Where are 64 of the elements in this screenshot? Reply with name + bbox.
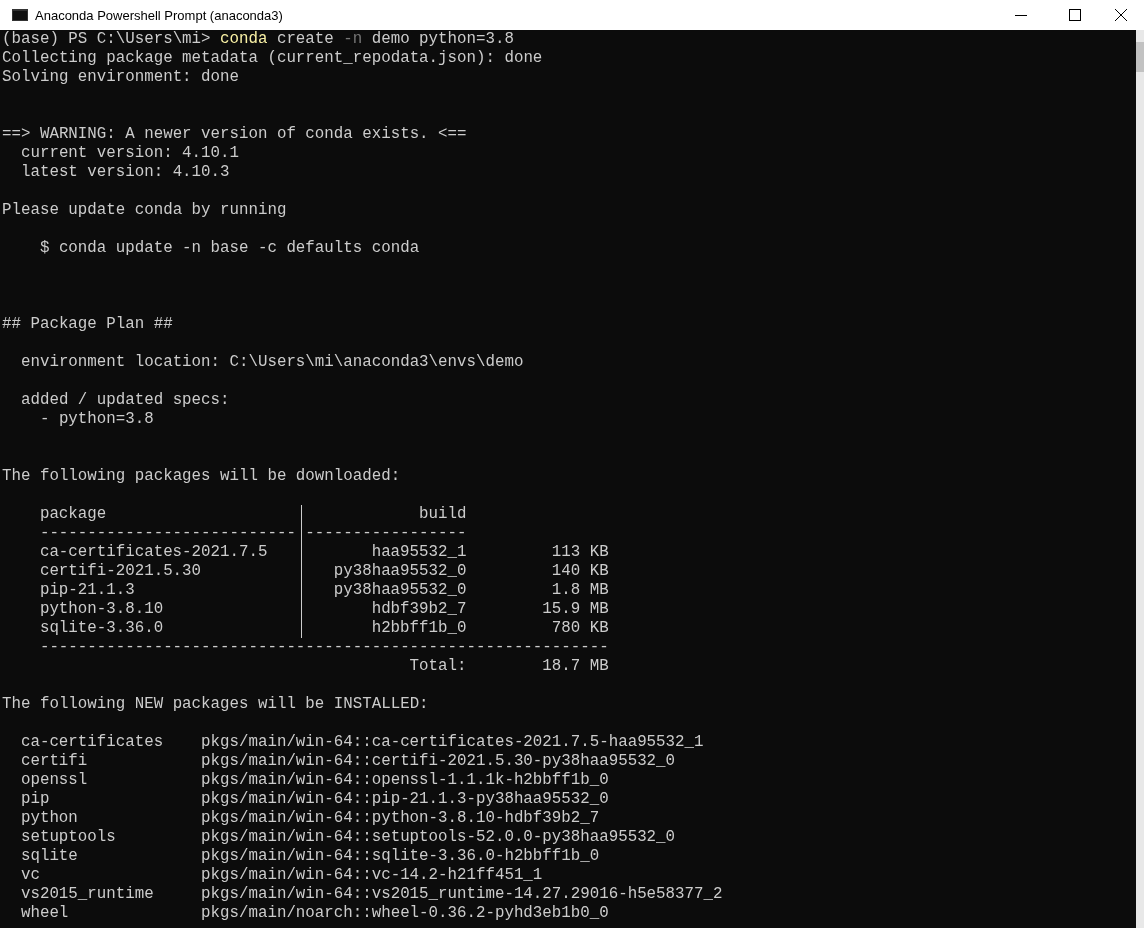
dashed-rule: ----------------- — [305, 524, 467, 542]
package-name: setuptools — [20, 828, 116, 846]
table-cell: h2bbff1b_0 — [371, 619, 467, 637]
column-header: package — [39, 505, 107, 523]
table-cell: hdbf39b2_7 — [371, 600, 467, 618]
command-text: demo python=3.8 — [371, 30, 514, 49]
output-line: The following NEW packages will be INSTALLED: — [2, 695, 429, 714]
package-name: vc — [20, 866, 40, 884]
output-line: current version: 4.10.1 — [19, 144, 239, 163]
dashed-rule: ------------------------------------------------------------ — [39, 638, 609, 657]
command-text: create — [276, 30, 334, 49]
table-cell: 113 KB — [551, 543, 609, 561]
table-cell: sqlite-3.36.0 — [39, 619, 164, 637]
table-cell: haa95532_1 — [371, 543, 467, 561]
maximize-icon — [1069, 9, 1081, 21]
package-name: vs2015_runtime — [20, 885, 154, 903]
package-spec: pkgs/main/win-64::openssl-1.1.1k-h2bbff1b_0 — [201, 771, 609, 790]
output-line: ## Package Plan ## — [2, 315, 173, 334]
output-line: Please update conda by running — [2, 201, 287, 220]
table-cell: ca-certificates-2021.7.5 — [39, 543, 268, 561]
table-cell: 15.9 MB — [542, 600, 609, 618]
table-cell: python-3.8.10 — [39, 600, 164, 618]
window-title: Anaconda Powershell Prompt (anaconda3) — [35, 7, 284, 23]
output-line: environment location: C:\Users\mi\anaconda3\envs\demo — [19, 353, 524, 372]
package-spec: pkgs/main/win-64::vc-14.2-h21ff451_1 — [201, 866, 543, 885]
close-icon — [1115, 9, 1127, 21]
package-name: certifi — [20, 752, 88, 770]
package-name: openssl — [20, 771, 88, 789]
command-text: -n — [343, 30, 363, 49]
prompt-text: (base) PS C:\Users\mi> — [2, 30, 211, 49]
package-spec: pkgs/main/win-64::pip-21.1.3-py38haa95532_0 — [201, 790, 609, 809]
output-line: ==> WARNING: A newer version of conda exists. <== — [2, 125, 467, 144]
table-cell: certifi-2021.5.30 — [39, 562, 202, 580]
output-line: latest version: 4.10.3 — [19, 163, 230, 182]
total-label: Total: — [409, 657, 467, 675]
terminal-icon — [12, 9, 28, 21]
output-line: Collecting package metadata (current_repodata.json): done — [2, 49, 543, 68]
table-cell: 1.8 MB — [551, 581, 609, 599]
package-spec: pkgs/main/win-64::sqlite-3.36.0-h2bbff1b_0 — [201, 847, 600, 866]
package-name: ca-certificates — [20, 733, 164, 751]
package-spec: pkgs/main/win-64::ca-certificates-2021.7.5-haa95532_1 — [201, 733, 704, 752]
total-size: 18.7 MB — [542, 657, 609, 675]
dashed-rule: --------------------------- — [39, 524, 296, 542]
package-spec: pkgs/main/win-64::certifi-2021.5.30-py38haa95532_0 — [201, 752, 676, 771]
output-line: added / updated specs: — [19, 391, 230, 410]
package-spec: pkgs/main/noarch::wheel-0.36.2-pyhd3eb1b0_0 — [201, 904, 609, 923]
column-header: build — [419, 505, 467, 523]
command-text: conda — [220, 30, 268, 49]
package-name: pip — [20, 790, 50, 808]
table-cell: py38haa95532_0 — [333, 562, 467, 580]
table-cell: py38haa95532_0 — [333, 581, 467, 599]
output-line: - python=3.8 — [38, 410, 154, 429]
package-spec: pkgs/main/win-64::python-3.8.10-hdbf39b2_7 — [201, 809, 600, 828]
table-cell: 140 KB — [551, 562, 609, 580]
output-line: The following packages will be downloaded: — [2, 467, 401, 486]
output-line: Solving environment: done — [2, 68, 239, 87]
package-spec: pkgs/main/win-64::vs2015_runtime-14.27.29016-h5e58377_2 — [201, 885, 723, 904]
output-line: $ conda update -n base -c defaults conda — [38, 239, 420, 258]
package-spec: pkgs/main/win-64::setuptools-52.0.0-py38haa95532_0 — [201, 828, 676, 847]
table-cell: 780 KB — [551, 619, 609, 637]
package-name: python — [20, 809, 78, 827]
package-name: wheel — [20, 904, 69, 922]
package-name: sqlite — [20, 847, 78, 865]
table-cell: pip-21.1.3 — [39, 581, 135, 599]
